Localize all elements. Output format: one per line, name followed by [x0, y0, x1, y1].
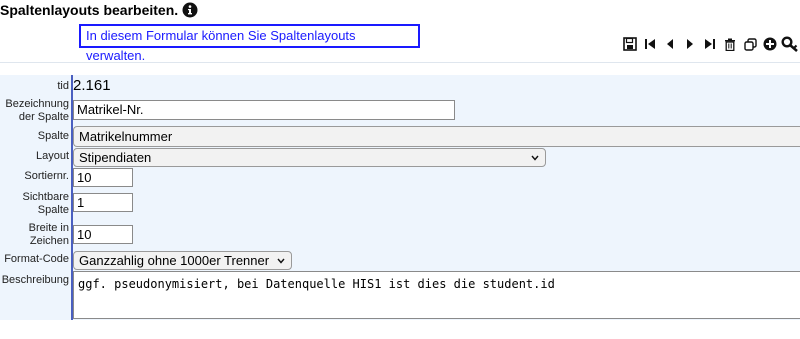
layout-select-value: Stipendiaten [79, 150, 152, 165]
breite-label: Breite in Zeichen [0, 222, 69, 248]
bezeichnung-label-line1: Bezeichnung [5, 98, 69, 110]
bezeichnung-label: Bezeichnung der Spalte [0, 98, 69, 124]
layout-select[interactable]: Stipendiaten [73, 148, 546, 167]
spalte-select-value: Matrikelnummer [79, 129, 173, 144]
page-title: Spaltenlayouts bearbeiten. [0, 1, 198, 19]
sichtbare-spalte-input[interactable]: 1 [73, 193, 133, 212]
delete-icon[interactable] [720, 35, 740, 53]
chevron-down-icon [277, 258, 285, 264]
sichtbare-spalte-label-line2: Spalte [37, 204, 69, 216]
sichtbare-spalte-label: Sichtbare Spalte [0, 191, 69, 217]
breite-label-line1: Breite in [28, 222, 69, 234]
info-icon[interactable] [182, 2, 198, 18]
key-search-icon[interactable] [780, 35, 800, 53]
breite-label-line2: Zeichen [29, 235, 69, 247]
format-code-select[interactable]: Ganzzahlig ohne 1000er Trenner [73, 251, 292, 270]
page-title-text: Spaltenlayouts bearbeiten. [0, 2, 179, 18]
beschreibung-textarea[interactable]: ggf. pseudonymisiert, bei Datenquelle HI… [73, 271, 800, 319]
last-record-icon[interactable] [700, 35, 720, 53]
tid-label: tid [57, 80, 69, 92]
save-icon[interactable] [620, 35, 640, 53]
add-icon[interactable] [760, 35, 780, 53]
format-code-select-value: Ganzzahlig ohne 1000er Trenner [79, 253, 270, 268]
sichtbare-spalte-label-line1: Sichtbare [22, 191, 69, 203]
edit-form: tid 2.161 Bezeichnung der Spalte Matrike… [0, 75, 800, 320]
record-toolbar [620, 35, 800, 53]
beschreibung-label: Beschreibung [1, 274, 69, 286]
divider [0, 62, 800, 63]
breite-input[interactable]: 10 [73, 225, 133, 244]
sortiernr-label: Sortiernr. [24, 170, 69, 182]
sortiernr-input[interactable]: 10 [73, 168, 133, 187]
bezeichnung-label-line2: der Spalte [18, 111, 69, 123]
chevron-down-icon [531, 155, 539, 161]
spalte-select[interactable]: Matrikelnummer [73, 126, 800, 147]
info-notice: In diesem Formular können Sie Spaltenlay… [79, 24, 420, 63]
previous-record-icon[interactable] [660, 35, 680, 53]
next-record-icon[interactable] [680, 35, 700, 53]
bezeichnung-input[interactable]: Matrikel-Nr. [73, 100, 455, 120]
first-record-icon[interactable] [640, 35, 660, 53]
tid-value: 2.161 [73, 77, 111, 94]
layout-label: Layout [35, 150, 69, 162]
format-code-label: Format-Code [4, 253, 69, 265]
spalte-label: Spalte [37, 130, 69, 142]
copy-icon[interactable] [740, 35, 760, 53]
